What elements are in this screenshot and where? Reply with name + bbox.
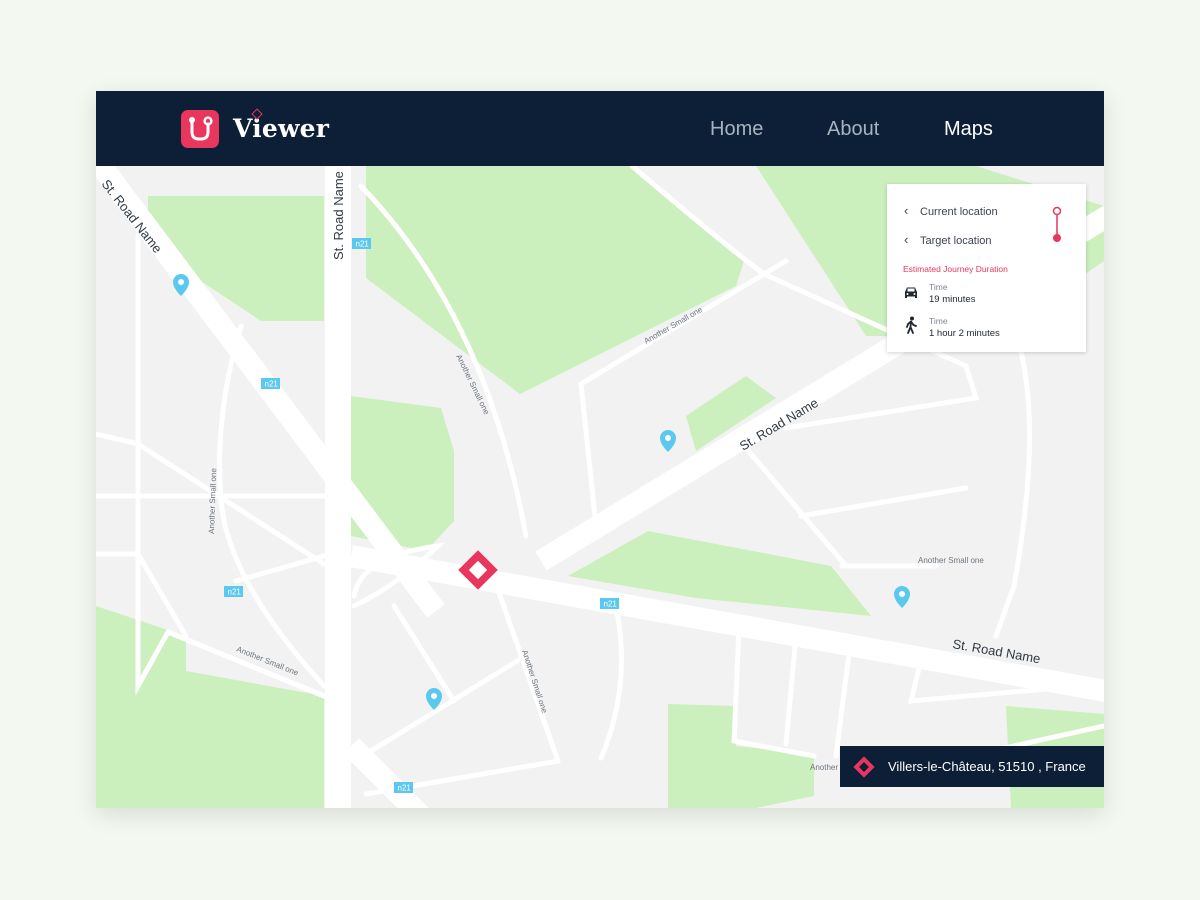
svg-text:n21: n21 [265,380,279,389]
svg-text:n21: n21 [398,784,412,793]
walk-time-value: 1 hour 2 minutes [929,328,1000,339]
svg-text:n21: n21 [356,240,370,249]
diamond-location-icon [853,756,875,778]
nav-home[interactable]: Home [710,115,763,143]
car-time-value: 19 minutes [929,294,976,305]
chevron-left-icon: ‹ [904,203,909,218]
road-label-vertical: St. Road Name [331,171,346,260]
nav-about[interactable]: About [827,115,879,143]
small-road-label-partial: Another [810,763,838,772]
nav-maps[interactable]: Maps [944,115,993,143]
walking-person-icon [906,316,917,334]
route-tag: n21 [261,378,280,389]
small-road-label: Another Small one [918,556,984,565]
app-window: Viewer Home About Maps St. Road Name St.… [96,91,1104,808]
journey-panel: ‹ Current location ‹ Target location Estim… [887,184,1086,352]
route-line-icon [1052,206,1062,242]
current-location-row[interactable]: ‹ Current location [904,202,998,220]
current-location-label: Current location [920,206,998,218]
route-tag: n21 [224,586,243,597]
route-tag: n21 [352,238,371,249]
top-navbar: Viewer Home About Maps [96,91,1104,166]
brand-name[interactable]: Viewer [233,111,329,147]
walk-time-label: Time [929,316,948,326]
route-tag: n21 [394,782,413,793]
route-logo-icon[interactable] [181,110,219,148]
target-location-row[interactable]: ‹ Target location [904,231,992,249]
chevron-left-icon: ‹ [904,232,909,247]
svg-text:n21: n21 [228,588,242,597]
car-icon [905,287,917,298]
car-time-label: Time [929,282,948,292]
address-text: Villers-le-Château, 51510 , France [888,759,1086,774]
estimated-duration-title: Estimated Journey Duration [903,264,1008,274]
route-tag: n21 [600,598,619,609]
target-location-label: Target location [920,235,992,247]
address-bar[interactable]: Villers-le-Château, 51510 , France [840,746,1104,787]
svg-text:n21: n21 [604,600,618,609]
